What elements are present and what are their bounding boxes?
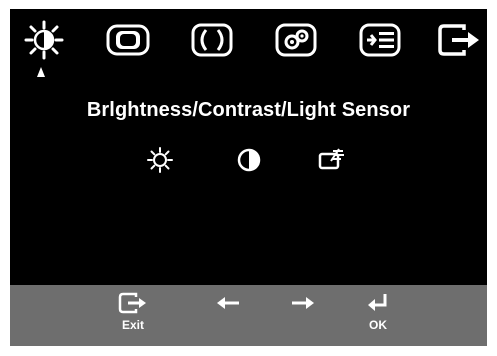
image-position-icon: [106, 24, 150, 56]
brightness-icon: [24, 20, 64, 60]
tab-exit[interactable]: [433, 17, 485, 63]
contrast-icon: [237, 148, 261, 172]
exit-label: Exit: [121, 318, 144, 332]
option-light-sensor[interactable]: [312, 142, 352, 178]
exit-icon: [118, 292, 146, 314]
settings-icon: [275, 23, 317, 57]
exit-icon: [438, 24, 479, 56]
brightness-icon: [147, 147, 173, 173]
tab-brightness[interactable]: [18, 17, 70, 63]
tab-settings[interactable]: [270, 17, 322, 63]
option-brightness[interactable]: [140, 142, 180, 178]
ok-label: OK: [369, 318, 387, 332]
tab-image-setup[interactable]: [186, 17, 238, 63]
enter-icon: [368, 294, 387, 311]
selection-caret-icon: [37, 67, 45, 77]
panel-title: Brlghtness/Contrast/Light Sensor: [86, 99, 411, 121]
tab-options[interactable]: [354, 17, 406, 63]
button-bar: Exit OK: [10, 285, 487, 346]
right-button[interactable]: [279, 291, 327, 341]
exit-button[interactable]: Exit: [109, 291, 157, 341]
left-arrow-icon: [217, 297, 239, 309]
right-arrow-icon: [292, 297, 314, 309]
image-setup-icon: [191, 23, 233, 57]
ok-button[interactable]: OK: [354, 291, 402, 341]
osd-menu: Brlghtness/Contrast/Light Sensor Exit OK: [10, 9, 487, 346]
options-icon: [359, 23, 401, 57]
menu-tabs: [10, 9, 487, 89]
tab-image-position[interactable]: [102, 17, 154, 63]
light-sensor-icon: [318, 148, 344, 170]
option-contrast[interactable]: [229, 142, 269, 178]
left-button[interactable]: [204, 291, 252, 341]
